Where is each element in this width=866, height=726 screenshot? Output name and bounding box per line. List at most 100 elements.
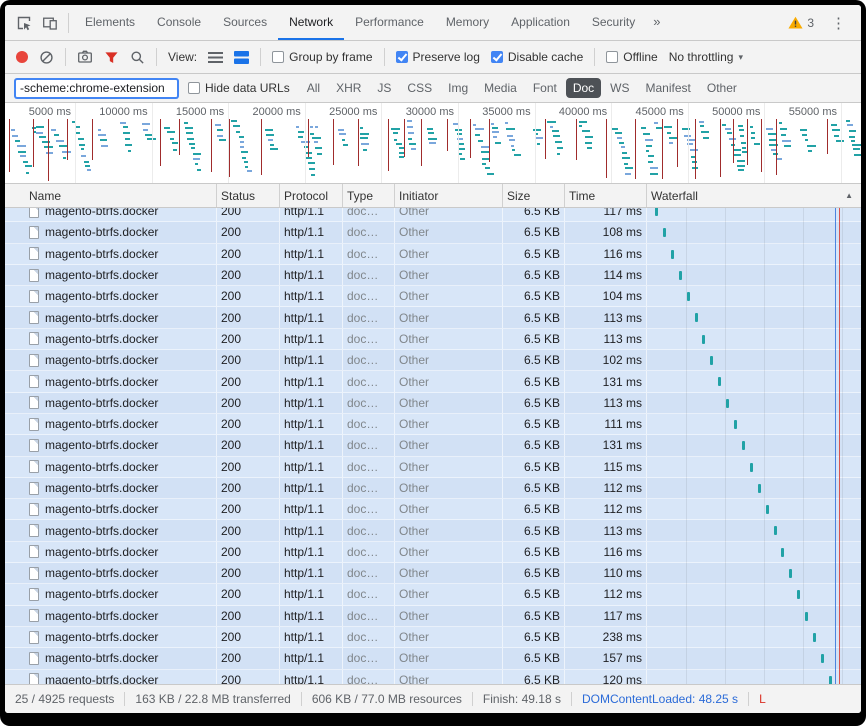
request-time-cell: 112 ms — [565, 584, 647, 604]
more-options-icon[interactable]: ⋮ — [826, 14, 851, 32]
checkbox-icon — [606, 51, 618, 63]
request-waterfall-cell — [647, 627, 861, 647]
network-request-row[interactable]: magento-btrfs.docker 200 http/1.1 doc… O… — [5, 265, 861, 286]
filter-type-xhr[interactable]: XHR — [329, 78, 368, 98]
request-time-cell: 157 ms — [565, 648, 647, 668]
tab-performance[interactable]: Performance — [344, 5, 435, 40]
column-header-waterfall[interactable]: Waterfall▲ — [647, 184, 861, 207]
request-size-cell: 6.5 KB — [503, 393, 565, 413]
preserve-log-checkbox[interactable]: Preserve log — [396, 50, 480, 64]
clear-button[interactable] — [39, 50, 54, 65]
column-header-protocol[interactable]: Protocol — [280, 184, 343, 207]
domcontentloaded-summary: DOMContentLoaded: 48.25 s — [572, 692, 749, 706]
network-request-row[interactable]: magento-btrfs.docker 200 http/1.1 doc… O… — [5, 627, 861, 648]
tabs-overflow-button[interactable]: » — [646, 5, 667, 40]
view-large-rows-icon[interactable] — [234, 51, 249, 64]
filter-type-img[interactable]: Img — [441, 78, 475, 98]
tab-sources[interactable]: Sources — [212, 5, 278, 40]
view-compact-rows-icon[interactable] — [208, 51, 223, 64]
network-request-row[interactable]: magento-btrfs.docker 200 http/1.1 doc… O… — [5, 286, 861, 307]
filter-type-all[interactable]: All — [300, 78, 327, 98]
throttling-dropdown[interactable]: No throttling ▾ — [669, 50, 743, 64]
network-request-row[interactable]: magento-btrfs.docker 200 http/1.1 doc… O… — [5, 350, 861, 371]
network-filter-input[interactable] — [15, 79, 178, 98]
document-icon — [29, 269, 39, 282]
hide-data-urls-checkbox[interactable]: Hide data URLs — [188, 81, 290, 95]
network-request-row[interactable]: magento-btrfs.docker 200 http/1.1 doc… O… — [5, 371, 861, 392]
request-waterfall-cell — [647, 350, 861, 370]
network-request-row[interactable]: magento-btrfs.docker 200 http/1.1 doc… O… — [5, 563, 861, 584]
filter-type-manifest[interactable]: Manifest — [639, 78, 698, 98]
network-request-row[interactable]: magento-btrfs.docker 200 http/1.1 doc… O… — [5, 457, 861, 478]
column-header-initiator[interactable]: Initiator — [395, 184, 503, 207]
tab-console[interactable]: Console — [146, 5, 212, 40]
filter-type-other[interactable]: Other — [700, 78, 744, 98]
network-request-row[interactable]: magento-btrfs.docker 200 http/1.1 doc… O… — [5, 670, 861, 684]
waterfall-bar — [726, 399, 729, 408]
column-header-type[interactable]: Type — [343, 184, 395, 207]
network-request-row[interactable]: magento-btrfs.docker 200 http/1.1 doc… O… — [5, 499, 861, 520]
request-name-cell: magento-btrfs.docker — [5, 265, 217, 285]
request-name: magento-btrfs.docker — [45, 609, 158, 623]
offline-checkbox[interactable]: Offline — [606, 50, 657, 64]
request-type-cell: doc… — [343, 606, 395, 626]
request-size-cell: 6.5 KB — [503, 478, 565, 498]
column-header-name[interactable]: Name — [5, 184, 217, 207]
network-request-row[interactable]: magento-btrfs.docker 200 http/1.1 doc… O… — [5, 307, 861, 328]
record-button[interactable] — [16, 51, 28, 63]
network-overview-timeline[interactable]: 5000 ms10000 ms15000 ms20000 ms25000 ms3… — [5, 103, 861, 184]
network-request-row[interactable]: magento-btrfs.docker 200 http/1.1 doc… O… — [5, 584, 861, 605]
tab-memory[interactable]: Memory — [435, 5, 500, 40]
request-time-cell: 117 ms — [565, 606, 647, 626]
request-status-cell: 200 — [217, 457, 280, 477]
search-icon[interactable] — [130, 50, 145, 65]
network-request-row[interactable]: magento-btrfs.docker 200 http/1.1 doc… O… — [5, 606, 861, 627]
network-request-row[interactable]: magento-btrfs.docker 200 http/1.1 doc… O… — [5, 393, 861, 414]
filter-type-media[interactable]: Media — [477, 78, 524, 98]
network-request-row[interactable]: magento-btrfs.docker 200 http/1.1 doc… O… — [5, 478, 861, 499]
network-request-row[interactable]: magento-btrfs.docker 200 http/1.1 doc… O… — [5, 222, 861, 243]
issues-warning-badge[interactable]: 3 — [788, 16, 814, 30]
request-type-cell: doc… — [343, 265, 395, 285]
disable-cache-checkbox[interactable]: Disable cache — [491, 50, 583, 64]
tab-network[interactable]: Network — [278, 5, 344, 40]
filter-icon[interactable] — [104, 50, 119, 65]
filter-type-font[interactable]: Font — [526, 78, 564, 98]
network-request-row[interactable]: magento-btrfs.docker 200 http/1.1 doc… O… — [5, 542, 861, 563]
column-header-status[interactable]: Status — [217, 184, 280, 207]
request-protocol-cell: http/1.1 — [280, 520, 343, 540]
inspect-element-icon[interactable] — [11, 10, 37, 36]
request-size-cell: 6.5 KB — [503, 350, 565, 370]
request-name-cell: magento-btrfs.docker — [5, 563, 217, 583]
filter-type-ws[interactable]: WS — [603, 78, 636, 98]
group-by-frame-checkbox[interactable]: Group by frame — [272, 50, 372, 64]
device-toolbar-icon[interactable] — [37, 10, 63, 36]
tab-application[interactable]: Application — [500, 5, 581, 40]
request-name: magento-btrfs.docker — [45, 673, 158, 684]
load-summary: L — [749, 692, 776, 706]
request-name: magento-btrfs.docker — [45, 396, 158, 410]
screenshot-capture-icon[interactable] — [77, 49, 93, 65]
request-name: magento-btrfs.docker — [45, 353, 158, 367]
request-size-cell: 6.5 KB — [503, 307, 565, 327]
network-request-row[interactable]: magento-btrfs.docker 200 http/1.1 doc… O… — [5, 414, 861, 435]
filter-type-doc[interactable]: Doc — [566, 78, 601, 98]
request-protocol-cell: http/1.1 — [280, 265, 343, 285]
tab-elements[interactable]: Elements — [74, 5, 146, 40]
request-name-cell: magento-btrfs.docker — [5, 499, 217, 519]
column-header-time[interactable]: Time — [565, 184, 647, 207]
network-request-row[interactable]: magento-btrfs.docker 200 http/1.1 doc… O… — [5, 208, 861, 222]
filter-type-css[interactable]: CSS — [400, 78, 439, 98]
network-request-row[interactable]: magento-btrfs.docker 200 http/1.1 doc… O… — [5, 244, 861, 265]
tab-security[interactable]: Security — [581, 5, 646, 40]
column-header-size[interactable]: Size — [503, 184, 565, 207]
network-request-row[interactable]: magento-btrfs.docker 200 http/1.1 doc… O… — [5, 329, 861, 350]
filter-type-js[interactable]: JS — [370, 78, 398, 98]
request-type-cell: doc… — [343, 307, 395, 327]
network-request-row[interactable]: magento-btrfs.docker 200 http/1.1 doc… O… — [5, 435, 861, 456]
request-waterfall-cell — [647, 584, 861, 604]
network-request-row[interactable]: magento-btrfs.docker 200 http/1.1 doc… O… — [5, 520, 861, 541]
request-initiator-cell: Other — [395, 457, 503, 477]
request-name: magento-btrfs.docker — [45, 566, 158, 580]
network-request-row[interactable]: magento-btrfs.docker 200 http/1.1 doc… O… — [5, 648, 861, 669]
